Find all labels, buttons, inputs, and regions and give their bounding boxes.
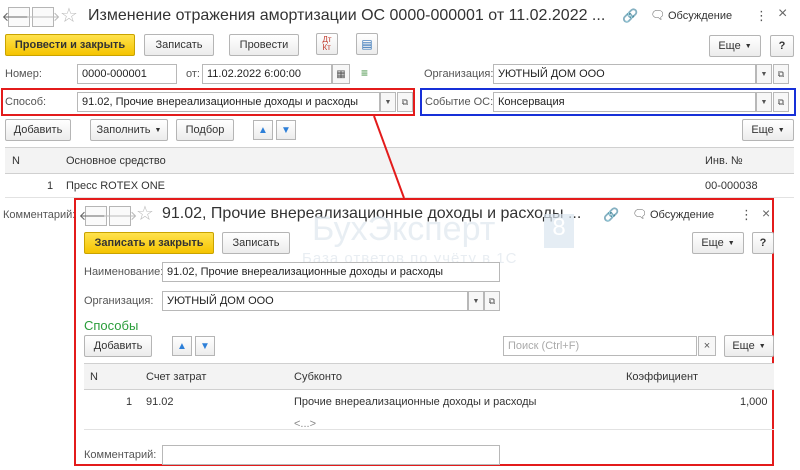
dialog-discussion-icon[interactable]: 🗨 <box>632 207 647 221</box>
dialog-table-more-label: Еще <box>732 340 755 352</box>
dialog-table-more-button[interactable]: Еще ▼ <box>724 335 774 357</box>
dialog-close-icon[interactable]: × <box>762 205 770 221</box>
dialog-more-button[interactable]: Еще ▼ <box>692 232 744 254</box>
dialog-save-button[interactable]: Записать <box>222 232 290 254</box>
dialog-column-subconto[interactable]: Субконто <box>294 371 342 383</box>
dialog-forward-button[interactable]: 🡒 <box>103 206 137 226</box>
methods-section-title: Способы <box>84 318 139 333</box>
dialog-column-coefficient[interactable]: Коэффициент <box>626 371 698 383</box>
dialog-move-down-icon[interactable]: ▼ <box>195 336 215 356</box>
dialog-link-icon[interactable]: 🔗 <box>603 207 619 223</box>
name-field[interactable]: 91.02, Прочие внереализационные доходы и… <box>162 262 500 282</box>
chevron-down-icon: ▼ <box>727 239 735 247</box>
chevron-down-icon: ▼ <box>758 342 766 350</box>
dialog-column-account[interactable]: Счет затрат <box>146 371 206 383</box>
dialog-organization-dropdown-icon[interactable]: ▼ <box>468 291 484 311</box>
dialog-row-subconto-2: <...> <box>294 418 317 430</box>
dialog-more-menu-icon[interactable]: ⋮ <box>740 207 753 223</box>
watermark-logo: БухЭксперт <box>312 210 496 248</box>
search-input[interactable]: Поиск (Ctrl+F) <box>503 336 697 356</box>
dialog-comment-field[interactable] <box>162 445 500 465</box>
dialog-column-n[interactable]: N <box>90 371 98 383</box>
save-and-close-button[interactable]: Записать и закрыть <box>84 232 214 254</box>
dialog-more-label: Еще <box>701 237 724 249</box>
dialog-help-button[interactable]: ? <box>752 232 774 254</box>
dialog-row-subconto: Прочие внереализационные доходы и расход… <box>294 396 537 408</box>
dialog-organization-field[interactable]: УЮТНЫЙ ДОМ ООО <box>162 291 468 311</box>
dialog-discussion-link[interactable]: Обсуждение <box>650 209 714 221</box>
dialog-organization-open-icon[interactable]: ⧉ <box>484 291 500 311</box>
dialog-row-account: 91.02 <box>146 396 174 408</box>
method-dialog: 🡐 🡒 ☆ 91.02, Прочие внереализационные до… <box>74 198 774 466</box>
watermark-badge: 8 <box>544 214 574 248</box>
dialog-organization-label: Организация: <box>84 295 154 307</box>
dialog-add-button[interactable]: Добавить <box>84 335 152 357</box>
search-clear-icon[interactable]: × <box>698 336 716 356</box>
dialog-comment-label: Комментарий: <box>84 449 157 461</box>
dialog-favorite-star-icon[interactable]: ☆ <box>136 201 154 226</box>
dialog-row-coefficient: 1,000 <box>740 396 768 408</box>
name-label: Наименование: <box>84 266 164 278</box>
dialog-move-up-icon[interactable]: ▲ <box>172 336 192 356</box>
dialog-row-n: 1 <box>126 396 133 408</box>
